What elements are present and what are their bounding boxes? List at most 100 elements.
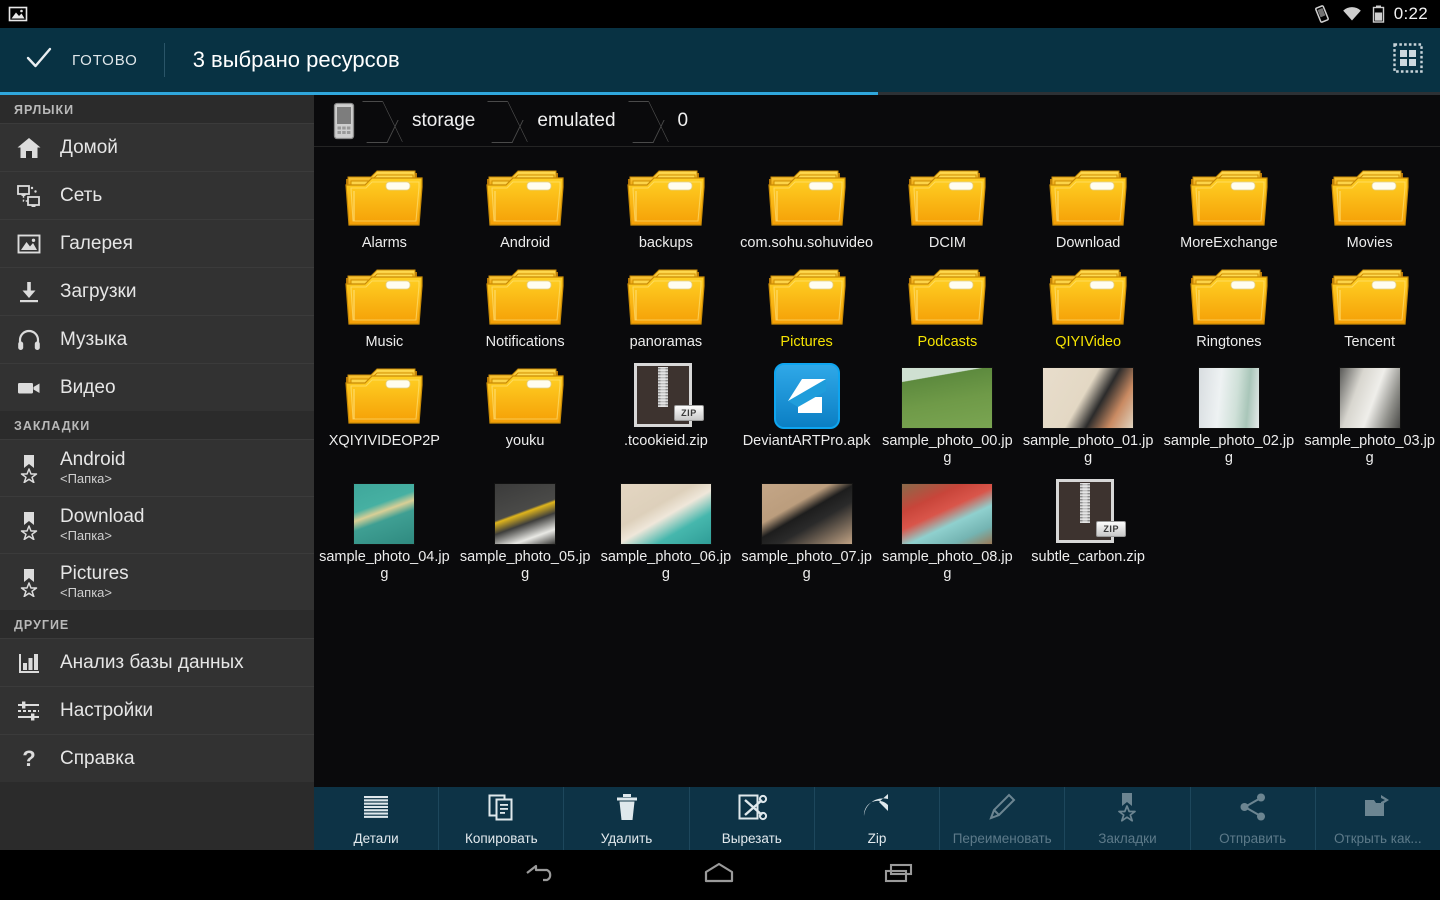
file-name-label: sample_photo_02.jpg <box>1163 433 1295 466</box>
copy-icon <box>485 791 517 828</box>
file-grid-item[interactable]: MoreExchange <box>1159 153 1300 252</box>
sidebar-item-music[interactable]: Музыка <box>0 315 314 363</box>
sidebar-item-database-analysis[interactable]: Анализ базы данных <box>0 638 314 686</box>
file-grid-item[interactable]: sample_photo_01.jpg <box>1018 351 1159 467</box>
folder-icon <box>482 159 568 231</box>
file-grid-item[interactable]: com.sohu.sohuvideo <box>736 153 877 252</box>
file-grid-item[interactable]: sample_photo_03.jpg <box>1299 351 1440 467</box>
sliders-icon <box>14 698 44 724</box>
file-grid-item[interactable]: ZIP subtle_carbon.zip <box>1018 467 1159 583</box>
sidebar-item-settings[interactable]: Настройки <box>0 686 314 734</box>
file-grid-item[interactable]: sample_photo_07.jpg <box>736 467 877 583</box>
toolbar-button-share: Отправить <box>1191 787 1316 850</box>
view-mode-toggle-button[interactable] <box>1376 28 1440 92</box>
file-grid-item[interactable]: QIYIVideo <box>1018 252 1159 351</box>
recents-icon[interactable] <box>879 858 919 893</box>
folder-icon <box>1186 159 1272 231</box>
file-grid-item[interactable]: sample_photo_04.jpg <box>314 467 455 583</box>
sidebar-bookmark-pictures[interactable]: Pictures <Папка> <box>0 553 314 610</box>
file-name-label: backups <box>638 235 693 251</box>
breadcrumb-item-storage[interactable]: storage <box>364 95 489 147</box>
done-label: ГОТОВО <box>72 51 138 69</box>
file-grid-item[interactable]: Pictures <box>736 252 877 351</box>
photo-preview <box>760 483 853 545</box>
sidebar-item-network[interactable]: Сеть <box>0 171 314 219</box>
toolbar-button-details-lines[interactable]: Детали <box>314 787 440 850</box>
done-button[interactable]: ГОТОВО <box>0 28 164 92</box>
breadcrumb[interactable]: storage emulated 0 <box>314 95 1440 147</box>
file-grid-item[interactable]: Movies <box>1299 153 1440 252</box>
file-grid-item[interactable]: sample_photo_00.jpg <box>877 351 1018 467</box>
file-grid-item[interactable]: sample_photo_08.jpg <box>877 467 1018 583</box>
file-grid-item[interactable]: backups <box>596 153 737 252</box>
file-name-label: sample_photo_08.jpg <box>882 549 1013 582</box>
image-thumbnail <box>901 473 994 545</box>
sidebar-item-label: Настройки <box>60 699 154 721</box>
folder-icon <box>1045 159 1131 231</box>
file-name-label: Alarms <box>361 235 407 251</box>
sidebar-item-video[interactable]: Видео <box>0 363 314 411</box>
toolbar-button-copy[interactable]: Копировать <box>439 787 565 850</box>
home-icon[interactable] <box>699 858 739 893</box>
sidebar[interactable]: ЯРЛЫКИ Домой Сеть Галерея Загрузки Музык… <box>0 95 314 850</box>
selection-title: 3 выбрано ресурсов <box>192 47 400 72</box>
videocam-icon <box>14 375 44 401</box>
image-thumbnail <box>1042 357 1135 429</box>
sidebar-item-home[interactable]: Домой <box>0 123 314 171</box>
file-grid[interactable]: Alarms Android backups com.sohu.sohuvide… <box>314 147 1440 583</box>
file-grid-item[interactable]: Tencent <box>1299 252 1440 351</box>
breadcrumb-item-zero[interactable]: 0 <box>630 95 703 147</box>
file-grid-item[interactable]: Alarms <box>314 153 455 252</box>
file-name-label: Notifications <box>485 334 565 350</box>
file-grid-item[interactable]: DeviantARTPro.apk <box>736 351 877 467</box>
file-name-label: Pictures <box>780 334 833 350</box>
file-grid-item[interactable]: sample_photo_05.jpg <box>455 467 596 583</box>
back-icon[interactable] <box>521 858 559 893</box>
sidebar-section-other: ДРУГИЕ <box>0 610 314 638</box>
file-grid-item[interactable]: DCIM <box>877 153 1018 252</box>
file-grid-item[interactable]: XQIYIVIDEOP2P <box>314 351 455 467</box>
file-name-label: Download <box>1055 235 1121 251</box>
file-name-label: Music <box>365 334 404 350</box>
sidebar-item-downloads[interactable]: Загрузки <box>0 267 314 315</box>
file-name-label: .tcookieid.zip <box>623 433 708 449</box>
toolbar-button-trash[interactable]: Удалить <box>564 787 690 850</box>
image-thumbnail <box>1197 357 1260 429</box>
file-grid-item[interactable]: Android <box>455 153 596 252</box>
sidebar-item-home-text: Домой <box>60 137 118 158</box>
sidebar-item-sublabel: <Папка> <box>60 527 112 543</box>
sidebar-item-video-text: Видео <box>60 377 116 398</box>
file-grid-item[interactable]: Ringtones <box>1159 252 1300 351</box>
toolbar-button-zip-arrow[interactable]: Zip <box>815 787 941 850</box>
file-grid-item[interactable]: ZIP .tcookieid.zip <box>596 351 737 467</box>
phone-icon[interactable] <box>324 102 364 140</box>
sidebar-item-gallery[interactable]: Галерея <box>0 219 314 267</box>
file-name-label: Android <box>500 235 551 251</box>
action-toolbar[interactable]: Детали Копировать Удалить Вырезать Zip П… <box>314 787 1440 850</box>
breadcrumb-item-emulated[interactable]: emulated <box>489 95 629 147</box>
android-navigation-bar[interactable] <box>0 850 1440 900</box>
file-grid-item[interactable]: Notifications <box>455 252 596 351</box>
toolbar-button-label: Переименовать <box>952 831 1052 846</box>
toolbar-button-scissors[interactable]: Вырезать <box>690 787 815 850</box>
file-grid-item[interactable]: Download <box>1018 153 1159 252</box>
wifi-icon <box>1341 4 1363 24</box>
file-grid-item[interactable]: Podcasts <box>877 252 1018 351</box>
file-grid-item[interactable]: Music <box>314 252 455 351</box>
action-bar: ГОТОВО 3 выбрано ресурсов <box>0 28 1440 92</box>
file-name-label: QIYIVideo <box>1055 334 1122 350</box>
sidebar-item-downloads-text: Загрузки <box>60 281 136 302</box>
photo-preview <box>1338 367 1401 429</box>
sidebar-item-help[interactable]: ? Справка <box>0 734 314 782</box>
folder-icon <box>482 357 568 429</box>
scissors-icon <box>736 791 768 828</box>
status-bar-left <box>0 4 28 24</box>
chevron-right-icon <box>634 95 660 147</box>
file-grid-item[interactable]: panoramas <box>596 252 737 351</box>
sidebar-bookmark-android[interactable]: Android <Папка> <box>0 439 314 496</box>
file-grid-item[interactable]: sample_photo_02.jpg <box>1159 351 1300 467</box>
sidebar-bookmark-download[interactable]: Download <Папка> <box>0 496 314 553</box>
file-grid-item[interactable]: sample_photo_06.jpg <box>596 467 737 583</box>
file-name-label: sample_photo_05.jpg <box>459 549 591 582</box>
file-grid-item[interactable]: youku <box>455 351 596 467</box>
